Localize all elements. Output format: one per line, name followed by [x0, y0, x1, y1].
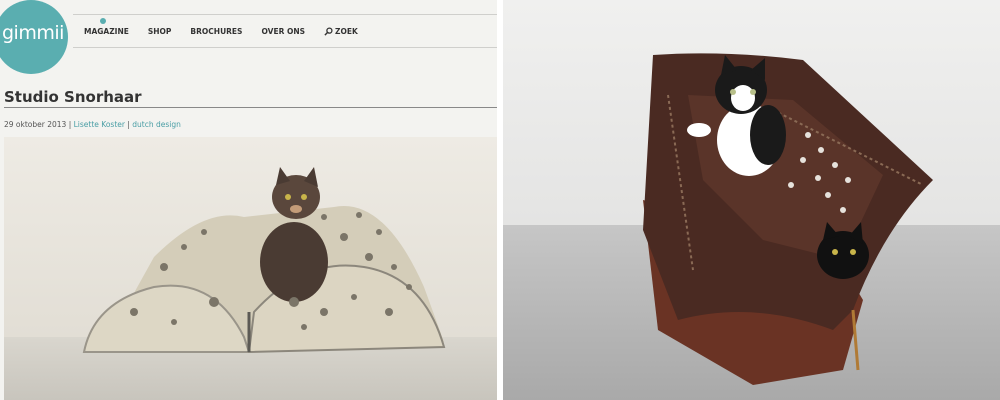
webpage-screenshot: gimmii MAGAZINE SHOP BROCHURES OVER ONS …: [0, 0, 497, 400]
kittens-in-leather-bag-photo: [503, 0, 1000, 400]
category-link[interactable]: dutch design: [132, 120, 181, 129]
leather-bag-illustration: [503, 0, 1000, 400]
nav-divider-bottom: [73, 47, 497, 48]
active-indicator-dot: [100, 18, 106, 24]
logo-text: gimmii: [2, 22, 64, 44]
cat-in-felt-bag-photo: [4, 137, 497, 400]
search-label: ZOEK: [335, 27, 358, 36]
search-icon: [324, 27, 333, 36]
title-underline: [4, 107, 497, 108]
nav-divider-top: [73, 14, 497, 15]
site-logo[interactable]: gimmii: [0, 0, 68, 74]
nav-item-magazine[interactable]: MAGAZINE: [84, 18, 129, 36]
main-nav: MAGAZINE SHOP BROCHURES OVER ONS ZOEK: [84, 18, 377, 36]
meta-separator: |: [66, 120, 74, 129]
nav-item-label: MAGAZINE: [84, 27, 129, 36]
search-button[interactable]: ZOEK: [324, 27, 358, 36]
felt-bag-illustration: [4, 137, 497, 400]
article-meta: 29 oktober 2013 | Lisette Koster | dutch…: [4, 120, 181, 129]
nav-item-shop[interactable]: SHOP: [148, 27, 172, 36]
article-date: 29 oktober 2013: [4, 120, 67, 129]
nav-item-brochures[interactable]: BROCHURES: [190, 27, 242, 36]
nav-item-over-ons[interactable]: OVER ONS: [261, 27, 305, 36]
article-title: Studio Snorhaar: [4, 88, 142, 106]
author-link[interactable]: Lisette Koster: [74, 120, 125, 129]
